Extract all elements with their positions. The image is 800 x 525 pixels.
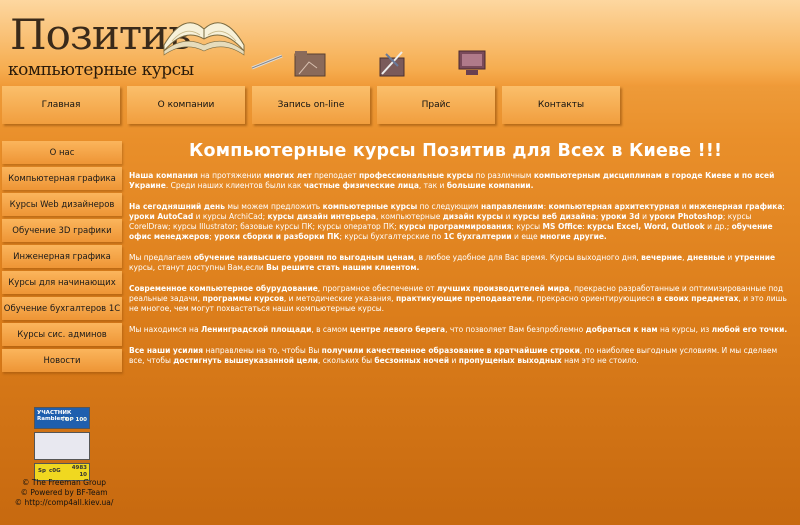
counter-badges: УЧАСТНИК Rambler's TOP 100 Sp с0G 4983 1… [34,407,90,484]
paragraph: Все наши усилия направлены на то, чтобы … [129,346,778,365]
rambler-top100-badge[interactable]: УЧАСТНИК Rambler's TOP 100 [34,407,90,429]
main-content: Компьютерные курсы Позитив для Всех в Ки… [129,141,794,377]
top-navigation: Главная О компании Запись on-line Прайс … [0,86,625,124]
folder-icon [294,51,326,77]
paragraph: Современное компьютерное обурудование, п… [129,284,787,313]
paragraph: На сегодняшний день мы можем предложить … [129,202,785,241]
sidebar-item-news[interactable]: Новости [2,349,122,372]
drawing-tools-icon [379,51,405,77]
footer-powered-by: © Powered by BF-Team [20,488,108,497]
sidebar-item-engineering-graphics[interactable]: Инженерная графика [2,245,122,268]
computer-monitor-icon [458,50,486,75]
paragraph: Наша компания на протяжении многих лет п… [129,171,775,190]
rambler-top-label: TOP 100 [61,417,87,423]
sidebar-item-about-us[interactable]: О нас [2,141,122,164]
sidebar-item-1c-accounting[interactable]: Обучение бухгалтеров 1С [2,297,122,320]
page-title: Компьютерные курсы Позитив для Всех в Ки… [189,141,723,161]
nav-tab-about-company[interactable]: О компании [127,86,245,124]
sidebar-menu: О нас Компьютерная графика Курсы Web диз… [2,141,122,375]
sidebar-item-3d-graphics[interactable]: Обучение 3D графики [2,219,122,242]
nav-tab-online-registration[interactable]: Запись on-line [252,86,370,124]
footer-url[interactable]: © http://comp4all.kiev.ua/ [0,498,128,508]
pen-icon [251,54,283,70]
paragraph: Мы предлагаем обучение наивысшего уровня… [129,253,776,272]
sidebar-item-sysadmin[interactable]: Курсы сис. админов [2,323,122,346]
header: Позитив компьютерные курсы [0,0,800,86]
sidebar-item-web-design[interactable]: Курсы Web дизайнеров [2,193,122,216]
footer-copyright: © The Freeman Group [21,478,106,487]
footer: © The Freeman Group © Powered by BF-Team… [0,478,128,508]
paragraph: Мы находимся на Ленинградской площади, в… [129,325,788,334]
sidebar-item-beginners[interactable]: Курсы для начинающих [2,271,122,294]
counter-line2: с0G [49,468,61,474]
counter-label: Sp [38,468,46,474]
open-book-icon [163,22,245,56]
nav-tab-price[interactable]: Прайс [377,86,495,124]
nav-tab-home[interactable]: Главная [2,86,120,124]
nav-tab-contacts[interactable]: Контакты [502,86,620,124]
counter-top-value: 4983 [71,465,87,471]
stats-counter-badge[interactable] [34,432,90,460]
sidebar-item-computer-graphics[interactable]: Компьютерная графика [2,167,122,190]
